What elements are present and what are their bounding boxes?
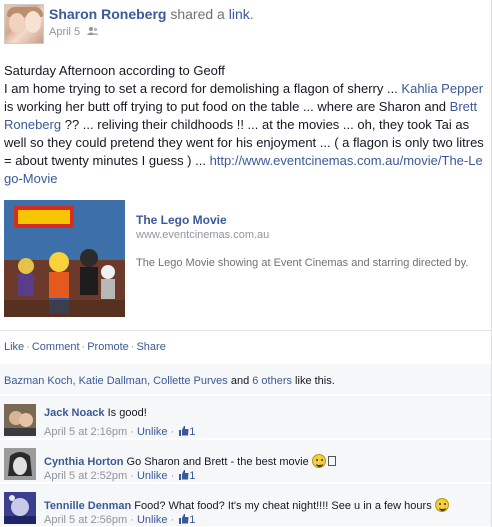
comment-meta: April 5 at 2:56pm · Unlike · 1 (44, 514, 196, 526)
action-text: shared a (166, 6, 229, 22)
likes-others-link[interactable]: 6 others (252, 375, 292, 387)
comment-author-link[interactable]: Jack Noack (44, 407, 105, 419)
comment-text: Is good! (107, 407, 147, 419)
comment-body: Tennille Denman Food? What food? It's my… (44, 495, 449, 512)
comment-time-link[interactable]: April 5 at 2:52pm (44, 470, 127, 482)
comment-item: Jack Noack Is good! April 5 at 2:16pm · … (0, 396, 491, 438)
tag-kahlia-pepper[interactable]: Kahlia Pepper (401, 81, 483, 96)
promote-link[interactable]: Promote (87, 341, 129, 353)
divider (0, 330, 491, 331)
post-message: Saturday Afternoon according to Geoff I … (4, 62, 488, 188)
comment-time-link[interactable]: April 5 at 2:56pm (44, 514, 127, 526)
thumbs-up-icon[interactable] (179, 470, 189, 480)
comment-time-link[interactable]: April 5 at 2:16pm (44, 426, 127, 438)
commenter-avatar[interactable] (4, 448, 36, 480)
share-domain: www.eventcinemas.com.au (136, 229, 270, 241)
tongue-smiley-icon (434, 498, 449, 512)
likes-summary-bar: Bazman Koch, Katie Dallman, Collette Pur… (0, 364, 491, 394)
separator: · (26, 341, 30, 353)
like-link[interactable]: Like (4, 341, 24, 353)
shared-link-link[interactable]: link (229, 6, 250, 22)
comment-author-link[interactable]: Tennille Denman (44, 500, 131, 512)
feed-story: Sharon Roneberg shared a link. April 5 S… (0, 0, 492, 527)
comment-like-count[interactable]: 1 (189, 426, 195, 438)
comment-text: Food? What food? It's my cheat night!!!!… (134, 500, 432, 512)
likes-and: and (227, 375, 253, 387)
comment-text: Go Sharon and Brett - the best movie (126, 456, 309, 468)
missing-glyph-icon (327, 456, 336, 466)
separator: · (81, 341, 86, 353)
comment-meta: April 5 at 2:52pm · Unlike · 1 (44, 470, 196, 482)
share-link[interactable]: Share (136, 341, 165, 353)
message-line1: Saturday Afternoon according to Geoff (4, 63, 225, 78)
post-meta: April 5 (49, 25, 99, 38)
comment-body: Cynthia Horton Go Sharon and Brett - the… (44, 451, 336, 468)
comment-like-count[interactable]: 1 (189, 514, 195, 526)
comment-unlike-link[interactable]: Unlike (137, 514, 168, 526)
message-part2: is working her butt off trying to put fo… (4, 99, 450, 114)
comment-body: Jack Noack Is good! (44, 407, 147, 419)
commenter-avatar[interactable] (4, 404, 36, 436)
story-actions: Like · Comment · Promote · Share (4, 341, 166, 353)
separator: · (130, 341, 135, 353)
link-preview-card[interactable]: The Lego Movie www.eventcinemas.com.au T… (4, 200, 484, 317)
share-title-link[interactable]: The Lego Movie (136, 213, 227, 227)
friends-icon[interactable] (87, 26, 99, 36)
thumbs-up-icon[interactable] (179, 426, 189, 436)
comment-meta: April 5 at 2:16pm · Unlike · 1 (44, 426, 196, 438)
author-name-link[interactable]: Sharon Roneberg (49, 6, 166, 22)
movie-poster-thumbnail[interactable] (4, 200, 125, 317)
comment-author-link[interactable]: Cynthia Horton (44, 456, 123, 468)
message-part1: I am home trying to set a record for dem… (4, 81, 402, 96)
commenter-avatar[interactable] (4, 492, 36, 524)
thumbs-up-icon[interactable] (179, 514, 189, 524)
likers-names-link[interactable]: Bazman Koch, Katie Dallman, Collette Pur… (4, 375, 228, 387)
post-date-link[interactable]: April 5 (49, 26, 80, 38)
likes-summary: Bazman Koch, Katie Dallman, Collette Pur… (4, 375, 335, 387)
comment-unlike-link[interactable]: Unlike (137, 470, 168, 482)
action-end: . (249, 6, 254, 22)
share-description: The Lego Movie showing at Event Cinemas … (136, 257, 469, 269)
comment-unlike-link[interactable]: Unlike (137, 426, 168, 438)
comment-item: Cynthia Horton Go Sharon and Brett - the… (0, 440, 491, 482)
comment-link[interactable]: Comment (32, 341, 80, 353)
comment-like-count[interactable]: 1 (189, 470, 195, 482)
author-avatar[interactable] (4, 4, 44, 44)
tongue-smiley-icon (311, 454, 326, 468)
likes-suffix: like this. (292, 375, 335, 387)
author-line: Sharon Roneberg shared a link. (49, 6, 254, 22)
comment-item: Tennille Denman Food? What food? It's my… (0, 484, 491, 526)
